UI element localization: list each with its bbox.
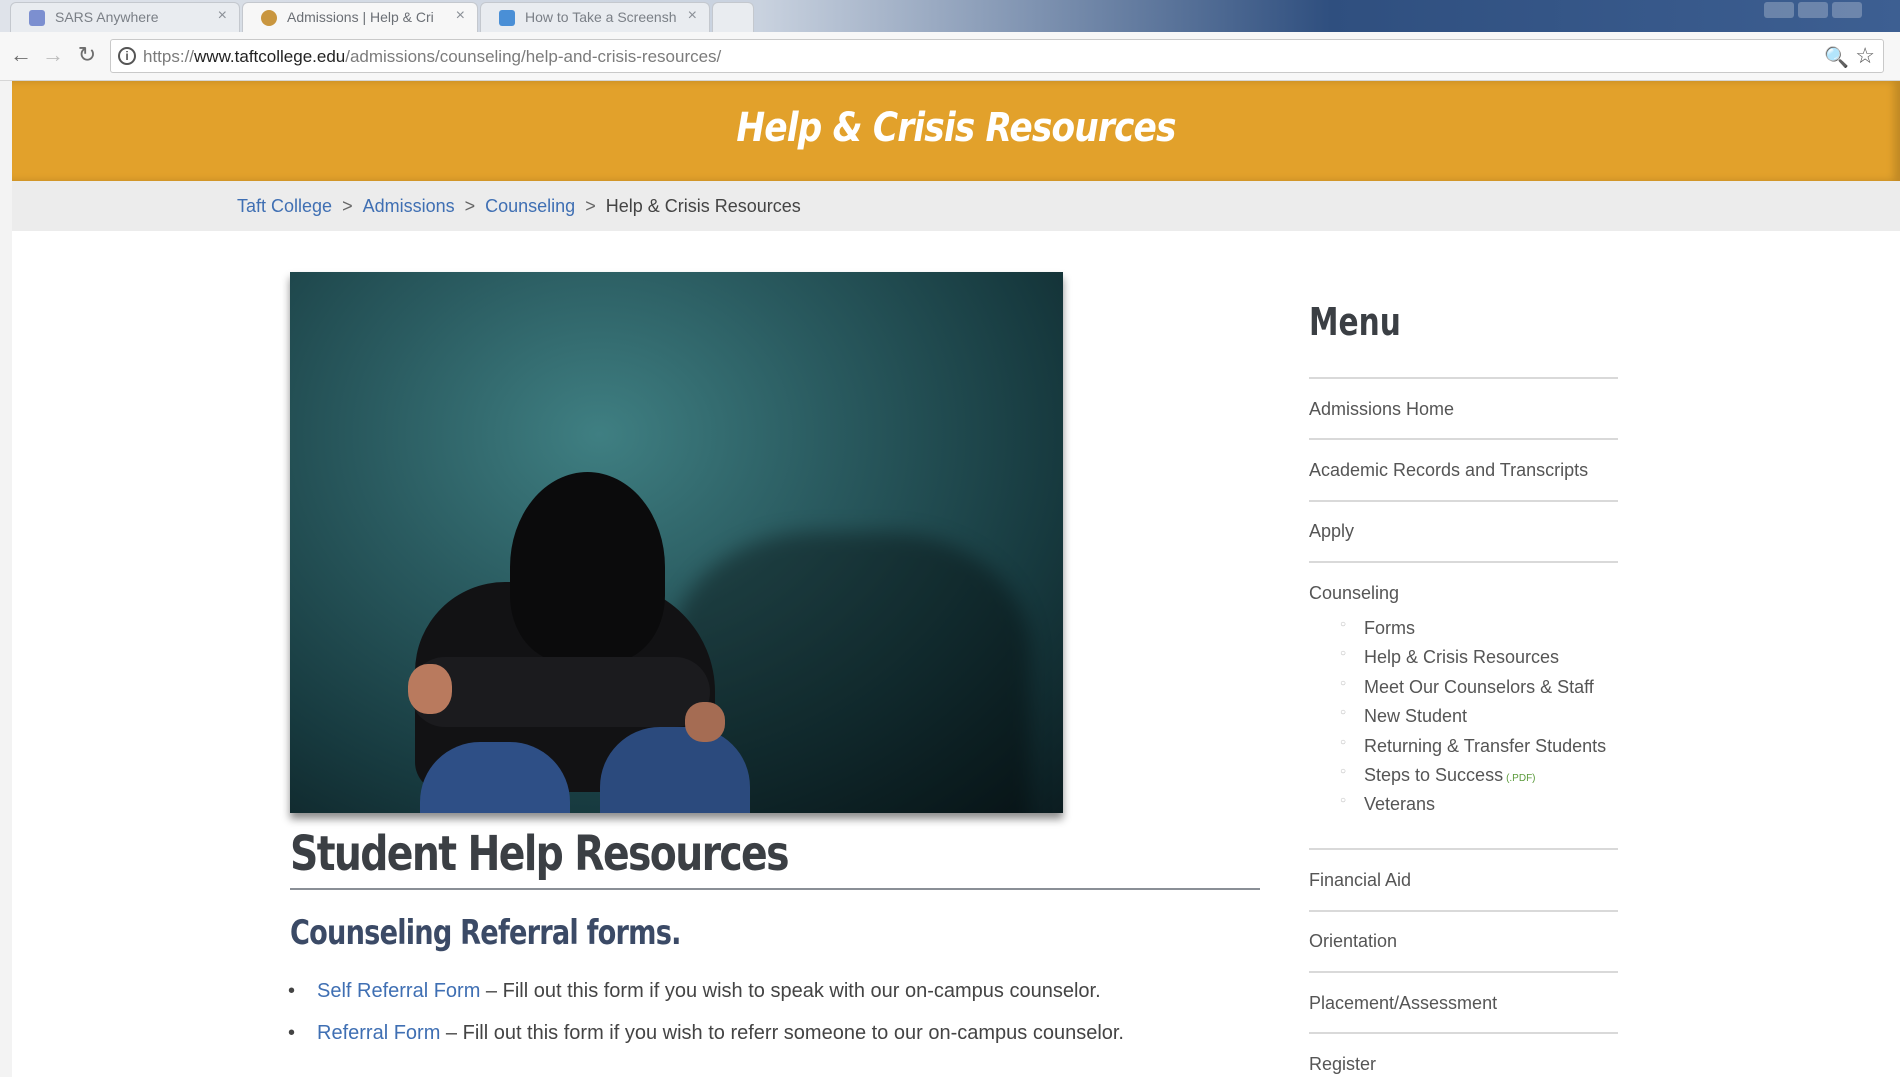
calendar-icon xyxy=(29,10,45,26)
menu-item-apply[interactable]: Apply xyxy=(1309,521,1354,542)
site-favicon-icon xyxy=(261,10,277,26)
zoom-icon[interactable]: 🔍 xyxy=(1824,45,1849,70)
breadcrumb-counseling[interactable]: Counseling xyxy=(485,196,575,216)
close-icon[interactable]: × xyxy=(688,7,697,25)
menu-item-academic-records[interactable]: Academic Records and Transcripts xyxy=(1309,460,1588,481)
link-description: – Fill out this form if you wish to spea… xyxy=(480,980,1101,1002)
close-icon[interactable]: × xyxy=(456,7,465,25)
menu-item-register[interactable]: Register xyxy=(1309,1054,1376,1075)
submenu-item-steps-to-success[interactable]: Steps to Success(.PDF) xyxy=(1340,765,1606,794)
menu-divider xyxy=(1309,1032,1618,1034)
submenu-item-new-student[interactable]: New Student xyxy=(1340,706,1606,735)
hero-image xyxy=(290,272,1063,813)
menu-divider xyxy=(1309,500,1618,502)
submenu-item-returning-transfer[interactable]: Returning & Transfer Students xyxy=(1340,736,1606,765)
tab-admissions[interactable]: Admissions | Help & Cri × xyxy=(242,2,478,32)
menu-divider xyxy=(1309,377,1618,379)
url-host: www.taftcollege.edu xyxy=(194,47,346,66)
menu-item-orientation[interactable]: Orientation xyxy=(1309,931,1397,952)
tab-label: Admissions | Help & Cri xyxy=(287,9,434,25)
window-close-icon[interactable] xyxy=(1832,2,1862,18)
menu-divider xyxy=(1309,971,1618,973)
section-heading-text: Counseling Referral forms. xyxy=(290,913,681,953)
submenu-label: Forms xyxy=(1364,618,1415,638)
menu-item-financial-aid[interactable]: Financial Aid xyxy=(1309,870,1411,891)
menu-title-text: Menu xyxy=(1309,300,1401,344)
page-title: Student Help Resources xyxy=(290,826,1260,890)
close-icon[interactable]: × xyxy=(218,7,227,25)
breadcrumb-separator: > xyxy=(585,196,596,216)
menu-item-placement-assessment[interactable]: Placement/Assessment xyxy=(1309,993,1497,1014)
minimize-icon[interactable] xyxy=(1764,2,1794,18)
back-arrow-icon[interactable]: ← xyxy=(8,42,34,68)
address-bar[interactable]: i https://www.taftcollege.edu/admissions… xyxy=(110,39,1884,73)
breadcrumb-admissions[interactable]: Admissions xyxy=(363,196,455,216)
browser-toolbar: ← → ↻ i https://www.taftcollege.edu/admi… xyxy=(0,32,1900,81)
maximize-icon[interactable] xyxy=(1798,2,1828,18)
menu-divider xyxy=(1309,910,1618,912)
referral-links-list: Self Referral Form – Fill out this form … xyxy=(288,980,1124,1064)
page-favicon-icon xyxy=(499,10,515,26)
menu-divider xyxy=(1309,848,1618,850)
url-text[interactable]: https://www.taftcollege.edu/admissions/c… xyxy=(143,47,721,67)
breadcrumb: Taft College > Admissions > Counseling > Help … xyxy=(237,196,801,217)
counseling-submenu: Forms Help & Crisis Resources Meet Our C… xyxy=(1340,618,1606,824)
page-banner: Help & Crisis Resources xyxy=(12,81,1900,181)
page-title-text: Student Help Resources xyxy=(290,826,790,882)
tab-sars-anywhere[interactable]: SARS Anywhere × xyxy=(10,2,240,32)
banner-title: Help & Crisis Resources xyxy=(736,105,1176,151)
referral-form-link[interactable]: Referral Form xyxy=(317,1022,440,1044)
submenu-label: New Student xyxy=(1364,706,1468,727)
submenu-item-forms[interactable]: Forms xyxy=(1340,618,1606,647)
menu-item-admissions-home[interactable]: Admissions Home xyxy=(1309,399,1454,420)
tab-how-to-screenshot[interactable]: How to Take a Screensh × xyxy=(480,2,710,32)
breadcrumb-bar: Taft College > Admissions > Counseling > Help … xyxy=(12,181,1900,231)
breadcrumb-taft-college[interactable]: Taft College xyxy=(237,196,332,216)
self-referral-form-link[interactable]: Self Referral Form xyxy=(317,980,480,1002)
breadcrumb-separator: > xyxy=(342,196,353,216)
info-icon[interactable]: i xyxy=(118,47,136,65)
menu-title: Menu xyxy=(1309,300,1427,344)
url-scheme: https:// xyxy=(143,47,195,66)
section-heading: Counseling Referral forms. xyxy=(290,913,778,953)
list-item: Self Referral Form – Fill out this form … xyxy=(288,980,1124,1022)
submenu-label: Help & Crisis Resources xyxy=(1364,647,1560,668)
reload-icon[interactable]: ↻ xyxy=(74,42,100,68)
menu-item-counseling[interactable]: Counseling xyxy=(1309,583,1399,604)
pdf-badge: (.PDF) xyxy=(1506,772,1536,784)
menu-divider xyxy=(1309,561,1618,563)
bookmark-star-icon[interactable]: ☆ xyxy=(1855,43,1875,69)
browser-tab-strip: SARS Anywhere × Admissions | Help & Cri … xyxy=(0,0,1900,32)
submenu-label: Meet Our Counselors & Staff xyxy=(1364,676,1594,697)
menu-divider xyxy=(1309,438,1618,440)
submenu-label: Veterans xyxy=(1364,794,1436,815)
tab-label: SARS Anywhere xyxy=(55,9,159,25)
forward-arrow-icon[interactable]: → xyxy=(40,42,66,68)
submenu-label: Returning & Transfer Students xyxy=(1364,735,1607,756)
breadcrumb-separator: > xyxy=(464,196,476,216)
list-item: Referral Form – Fill out this form if yo… xyxy=(288,1022,1124,1064)
breadcrumb-current: Help & Crisis Resources xyxy=(605,196,801,216)
submenu-item-meet-counselors[interactable]: Meet Our Counselors & Staff xyxy=(1340,677,1606,706)
url-path: /admissions/counseling/help-and-crisis-r… xyxy=(345,47,722,66)
submenu-item-veterans[interactable]: Veterans xyxy=(1340,794,1606,823)
new-tab-button[interactable] xyxy=(712,2,754,32)
link-description: – Fill out this form if you wish to refe… xyxy=(440,1022,1124,1044)
submenu-label: Steps to Success xyxy=(1364,764,1504,785)
tab-label: How to Take a Screensh xyxy=(525,9,677,25)
submenu-item-help-crisis[interactable]: Help & Crisis Resources xyxy=(1340,647,1606,676)
